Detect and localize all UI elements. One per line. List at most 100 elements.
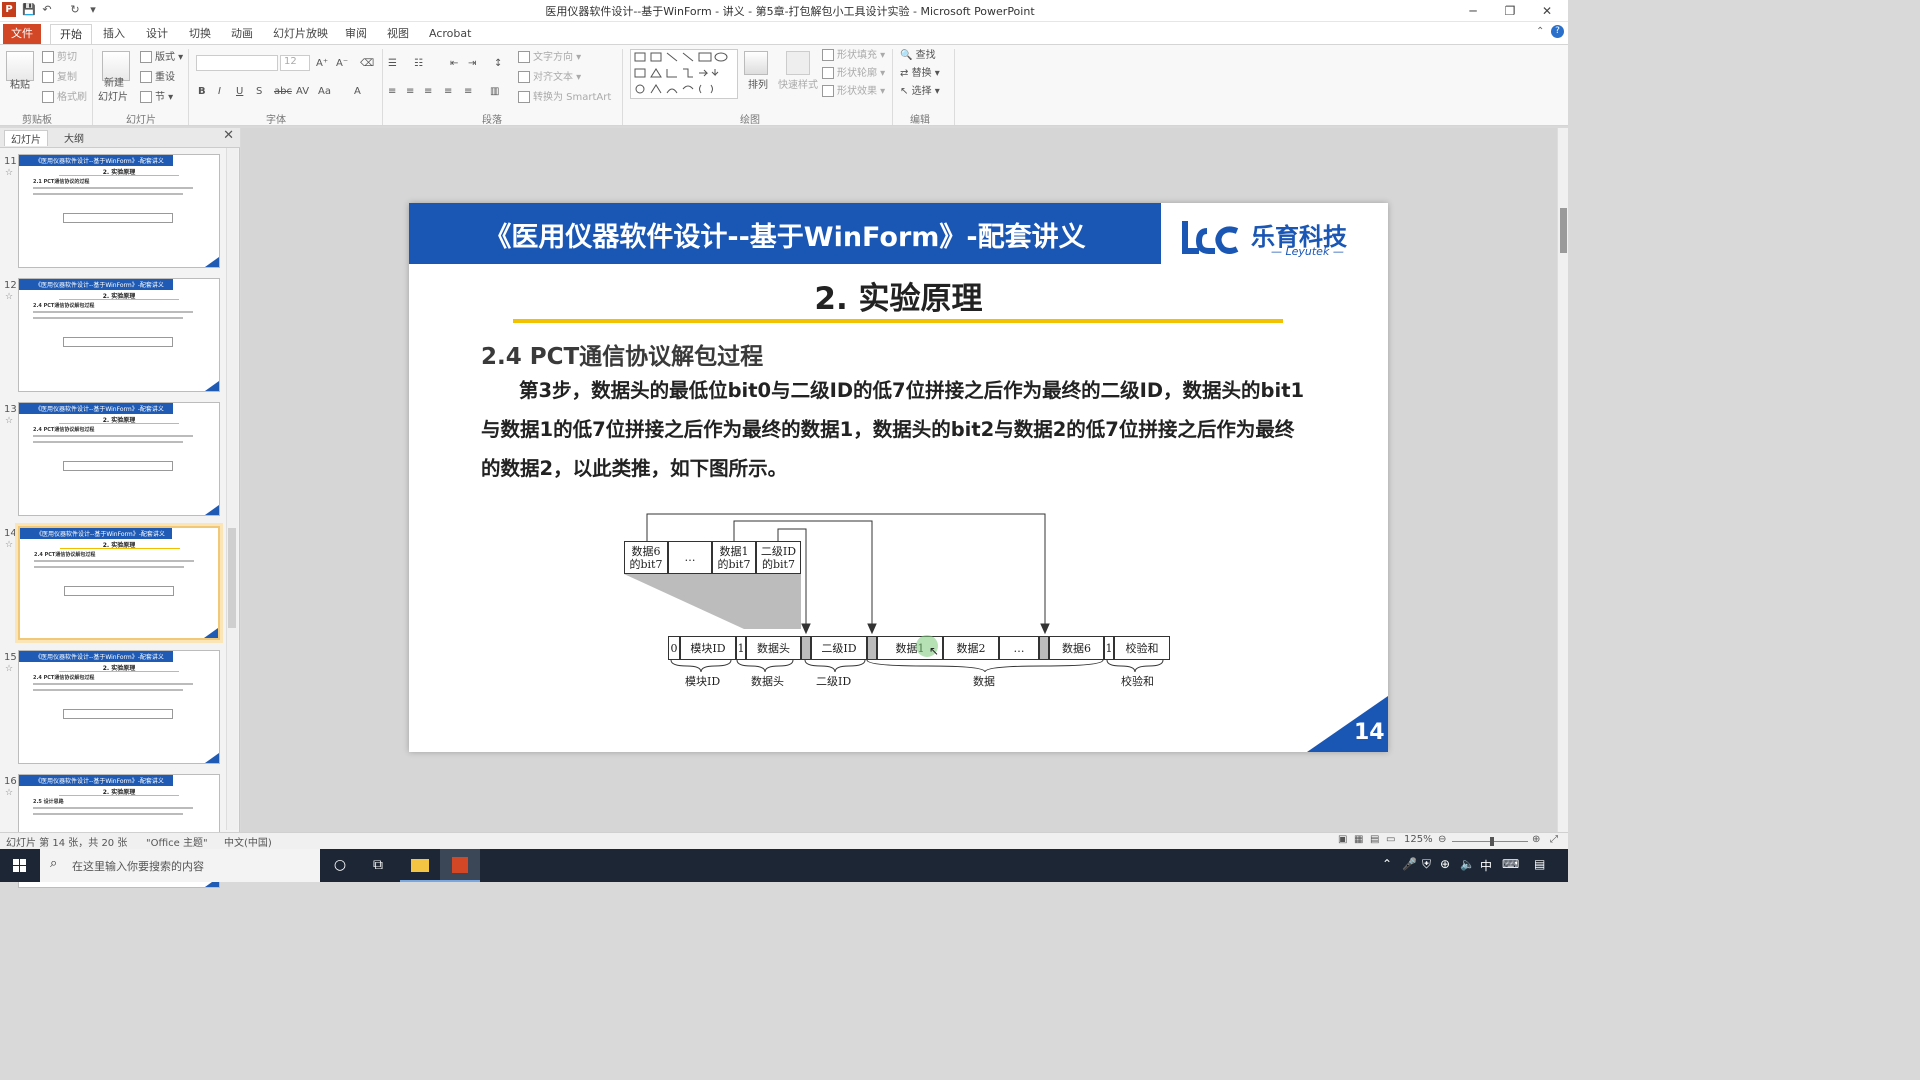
taskbar-search-box[interactable]: ⌕ 在这里输入你要搜索的内容 — [40, 849, 320, 882]
reset-button[interactable]: 重设 — [140, 71, 175, 85]
line-spacing-icon[interactable]: ↕ — [494, 57, 502, 71]
sorter-view-icon[interactable]: ▦ — [1354, 834, 1363, 845]
editor-scrollbar[interactable] — [1557, 128, 1568, 832]
font-size-box[interactable]: 12 — [280, 55, 310, 71]
cortana-icon[interactable]: ○ — [320, 849, 360, 882]
distribute-icon[interactable]: ≡ — [464, 85, 472, 99]
decrease-indent-icon[interactable]: ⇤ — [450, 57, 458, 71]
arrange-icon[interactable] — [744, 51, 768, 75]
justify-icon[interactable]: ≡ — [444, 85, 452, 99]
slide-thumbnail[interactable]: 《医用仪器软件设计--基于WinForm》-配套讲义 2. 实验原理 2.4 PCT… — [18, 402, 220, 516]
font-color-icon[interactable]: A — [354, 85, 361, 99]
tab-slides-pane[interactable]: 幻灯片 — [4, 130, 48, 146]
minimize-ribbon-icon[interactable]: ⌃ — [1536, 26, 1544, 37]
pane-scrollbar[interactable] — [226, 148, 238, 830]
layout-button[interactable]: 版式 ▾ — [140, 51, 183, 65]
slide-canvas[interactable]: 《医用仪器软件设计--基于WinForm》-配套讲义 乐育科技 — Leyute… — [409, 203, 1388, 752]
tab-insert[interactable]: 插入 — [94, 24, 134, 44]
slide-thumbnail[interactable]: 《医用仪器软件设计--基于WinForm》-配套讲义 2. 实验原理 2.4 PCT… — [18, 526, 220, 640]
close-pane-icon[interactable]: ✕ — [223, 128, 234, 143]
new-slide-label2[interactable]: 幻灯片 — [98, 91, 128, 105]
shadow-icon[interactable]: S — [256, 85, 262, 99]
zoom-in-icon[interactable]: ⊕ — [1532, 834, 1540, 845]
shapes-gallery[interactable] — [630, 49, 738, 99]
editor-scroll-thumb[interactable] — [1560, 208, 1567, 253]
normal-view-icon[interactable]: ▣ — [1338, 834, 1347, 845]
format-painter-button[interactable]: 格式刷 — [42, 91, 87, 105]
slide-thumbnail[interactable]: 《医用仪器软件设计--基于WinForm》-配套讲义 2. 实验原理 2.4 PCT… — [18, 278, 220, 392]
tab-slideshow[interactable]: 幻灯片放映 — [264, 24, 337, 44]
close-button[interactable]: ✕ — [1532, 2, 1562, 20]
paste-icon[interactable] — [6, 51, 34, 81]
customize-qat-icon[interactable]: ▾ — [86, 3, 100, 17]
italic-icon[interactable]: I — [218, 85, 221, 99]
bold-icon[interactable]: B — [198, 85, 206, 99]
tab-home[interactable]: 开始 — [50, 24, 92, 44]
keyboard-icon[interactable]: ⌨ — [1502, 857, 1519, 871]
volume-icon[interactable]: 🔈 — [1460, 857, 1475, 871]
save-icon[interactable]: 💾 — [22, 3, 36, 17]
shrink-font-icon[interactable]: A⁻ — [336, 57, 348, 71]
columns-icon[interactable]: ▥ — [490, 85, 499, 99]
network-icon[interactable]: ⊕ — [1440, 857, 1450, 871]
slide-subheading[interactable]: 2.4 PCT通信协议解包过程 — [481, 337, 763, 371]
quick-styles-icon[interactable] — [786, 51, 810, 75]
ime-indicator[interactable]: 中 — [1480, 857, 1492, 874]
zoom-out-icon[interactable]: ⊖ — [1438, 834, 1446, 845]
underline-icon[interactable]: U — [236, 85, 243, 99]
tab-review[interactable]: 审阅 — [336, 24, 376, 44]
increase-indent-icon[interactable]: ⇥ — [468, 57, 476, 71]
powerpoint-taskbar-icon[interactable] — [440, 849, 480, 882]
strikethrough-icon[interactable]: abc — [274, 85, 292, 99]
grow-font-icon[interactable]: A⁺ — [316, 57, 328, 71]
new-slide-button[interactable]: 新建 — [104, 77, 124, 91]
tab-view[interactable]: 视图 — [378, 24, 418, 44]
change-case-icon[interactable]: Aa — [318, 85, 331, 99]
redo-icon[interactable]: ↻ — [68, 3, 82, 17]
minimize-button[interactable]: ─ — [1458, 2, 1488, 20]
zoom-level[interactable]: 125% — [1404, 834, 1433, 845]
slide-counter[interactable]: 幻灯片 第 14 张，共 20 张 — [6, 834, 127, 849]
theme-name[interactable]: "Office 主题" — [146, 834, 208, 849]
microphone-icon[interactable]: 🎤 — [1402, 857, 1417, 871]
tab-design[interactable]: 设计 — [137, 24, 177, 44]
shape-outline-button[interactable]: 形状轮廓 ▾ — [822, 67, 885, 81]
restore-button[interactable]: ❐ — [1495, 2, 1525, 20]
unpack-diagram[interactable]: 数据6 的bit7 … 数据1 的bit7 二级ID 的bit7 0 模块ID … — [609, 511, 1189, 691]
tab-animations[interactable]: 动画 — [222, 24, 262, 44]
find-button[interactable]: 🔍 查找 — [900, 49, 936, 63]
slide-thumbnail[interactable]: 《医用仪器软件设计--基于WinForm》-配套讲义 2. 实验原理 2.1 PCT… — [18, 154, 220, 268]
windows-start-icon[interactable] — [0, 849, 40, 882]
quick-styles-button[interactable]: 快速样式 — [778, 79, 818, 93]
slide-body-text[interactable]: 第3步，数据头的最低位bit0与二级ID的低7位拼接之后作为最终的二级ID，数据… — [481, 371, 1313, 488]
paste-button[interactable]: 粘贴 — [10, 79, 30, 93]
text-direction-button[interactable]: 文字方向 ▾ — [518, 51, 581, 65]
slideshow-view-icon[interactable]: ▭ — [1386, 834, 1395, 845]
reading-view-icon[interactable]: ▤ — [1370, 834, 1379, 845]
fit-slide-icon[interactable]: ⤢ — [1550, 834, 1558, 845]
align-right-icon[interactable]: ≡ — [424, 85, 432, 99]
help-icon[interactable]: ? — [1551, 25, 1564, 38]
undo-icon[interactable]: ↶ — [40, 3, 54, 17]
shield-icon[interactable]: ⛨ — [1422, 857, 1431, 872]
zoom-slider-thumb[interactable] — [1490, 837, 1494, 846]
convert-smartart-button[interactable]: 转换为 SmartArt — [518, 91, 611, 105]
align-center-icon[interactable]: ≡ — [406, 85, 414, 99]
char-spacing-icon[interactable]: AV — [296, 85, 309, 99]
bullets-icon[interactable]: ☰ — [388, 57, 397, 71]
tab-file[interactable]: 文件 — [3, 24, 41, 44]
tab-transitions[interactable]: 切换 — [180, 24, 220, 44]
task-view-icon[interactable]: ⧉ — [358, 849, 398, 882]
tray-expand-icon[interactable]: ⌃ — [1382, 857, 1392, 871]
banner-title[interactable]: 《医用仪器软件设计--基于WinForm》-配套讲义 — [409, 215, 1161, 254]
shape-fill-button[interactable]: 形状填充 ▾ — [822, 49, 885, 63]
align-left-icon[interactable]: ≡ — [388, 85, 396, 99]
tab-acrobat[interactable]: Acrobat — [420, 24, 480, 44]
pane-scroll-thumb[interactable] — [228, 528, 236, 628]
select-button[interactable]: ↖ 选择 ▾ — [900, 85, 940, 99]
notification-icon[interactable]: ▤ — [1534, 857, 1545, 871]
font-name-box[interactable] — [196, 55, 278, 71]
tab-outline-pane[interactable]: 大纲 — [58, 130, 90, 145]
language-indicator[interactable]: 中文(中国) — [224, 834, 272, 849]
arrange-button[interactable]: 排列 — [748, 79, 768, 93]
